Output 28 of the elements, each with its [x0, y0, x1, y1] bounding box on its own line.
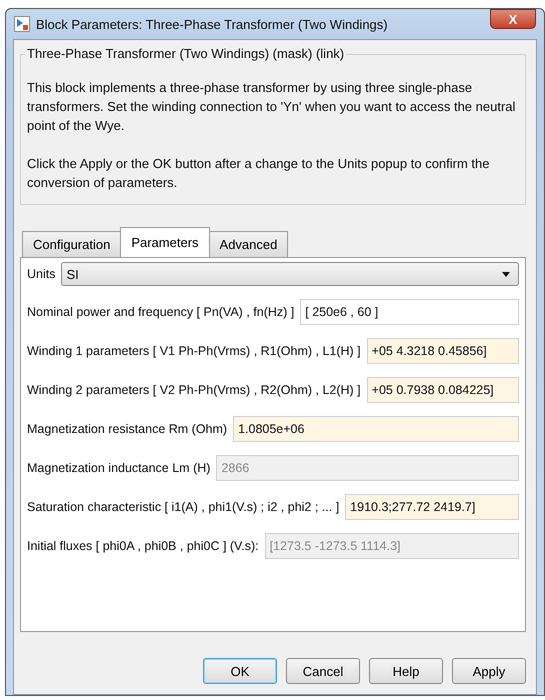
tab[interactable]: Advanced [208, 231, 288, 257]
input-field[interactable]: +05 0.7938 0.084225] [366, 377, 519, 403]
field-label: Winding 1 parameters [ V1 Ph-Ph(Vrms) , R1(Ohm) , L1(H) ] [27, 344, 361, 358]
input-field[interactable]: 1910.3;277.72 2419.7] [345, 494, 519, 520]
input-field[interactable]: 1.0805e+06 [233, 416, 519, 442]
description-text: This block implements a three-phase transformer by using three single-phase transformers. Set the winding connection to 'Yn' when you want to access the neutral point of the Wye. [27, 79, 516, 135]
dialog-button[interactable]: Help [369, 658, 443, 684]
field-label: Units [27, 267, 56, 281]
dialog-button[interactable]: Apply [452, 658, 526, 684]
field-label: Magnetization resistance Rm (Ohm) [27, 422, 228, 436]
tab[interactable]: Configuration [22, 231, 122, 257]
input-field[interactable]: [ 250e6 , 60 ] [300, 299, 519, 325]
field-label: Winding 2 parameters [ V2 Ph-Ph(Vrms) , R2(Ohm) , L2(H) ] [27, 383, 361, 397]
units-dropdown[interactable]: SI [61, 262, 519, 286]
window-title: Block Parameters: Three-Phase Transformer (Two Windings) [36, 16, 389, 32]
field-label: Magnetization inductance Lm (H) [27, 461, 210, 475]
input-field[interactable]: +05 4.3218 0.45856] [366, 338, 519, 364]
group-title: Three-Phase Transformer (Two Windings) (mask) (link) [25, 46, 346, 61]
close-button[interactable]: X [490, 9, 536, 29]
caret-icon [502, 272, 510, 276]
field-label: Saturation characteristic [ i1(A) , phi1(V.s) ; i2 , phi2 ; ... ] [27, 500, 340, 514]
dialog-button[interactable]: OK [203, 658, 277, 684]
field-label: Nominal power and frequency [ Pn(VA) , fn(Hz) ] [27, 305, 294, 319]
field-label: Initial fluxes [ phi0A , phi0B , phi0C ] (V.s): [27, 539, 259, 553]
description-text: Click the Apply or the OK button after a change to the Units popup to confirm the conversion of parameters. [27, 155, 490, 192]
block-icon [14, 16, 30, 32]
dialog-button[interactable]: Cancel [286, 658, 360, 684]
tab[interactable]: Parameters [120, 227, 210, 257]
